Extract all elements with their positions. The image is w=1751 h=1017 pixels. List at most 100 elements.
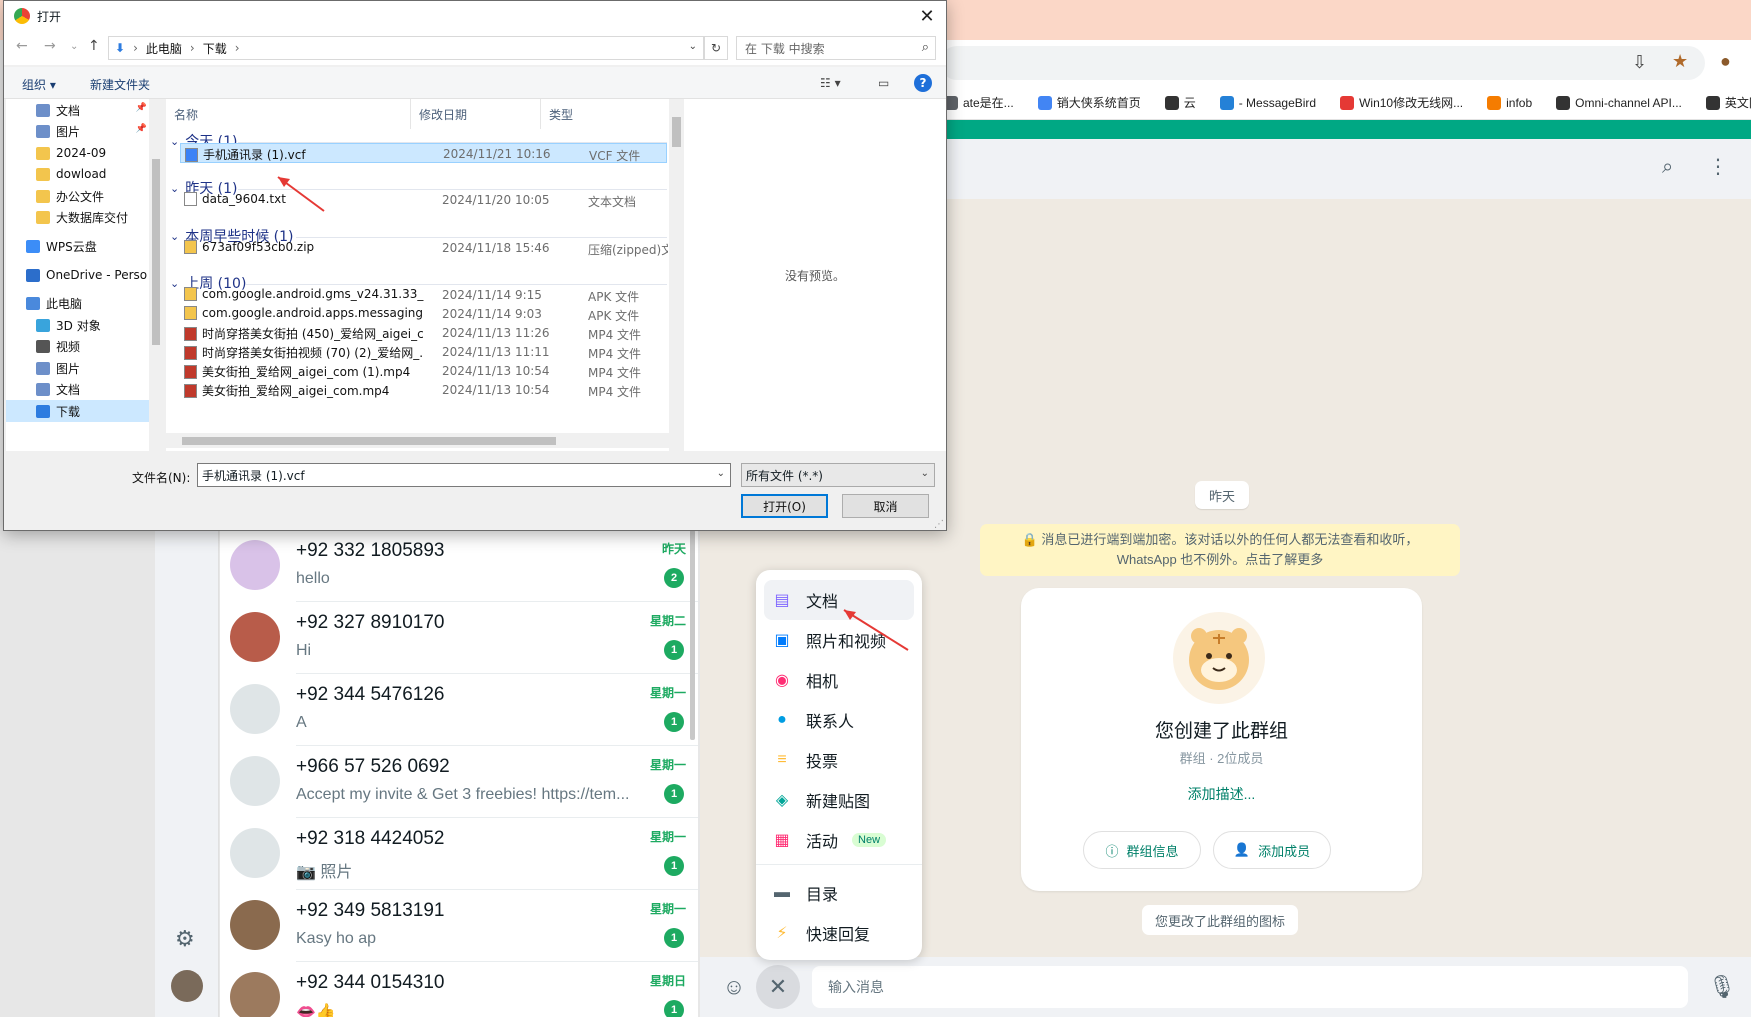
group-avatar[interactable]: [1173, 612, 1265, 704]
file-row[interactable]: 时尚穿搭美女街拍 (450)_爱给网_aigei_c... 2024/11/13 …: [180, 323, 667, 343]
organize-menu[interactable]: 组织 ▾: [22, 76, 56, 93]
profile-avatar[interactable]: [171, 970, 203, 1002]
tree-item[interactable]: 3D 对象: [6, 314, 151, 336]
contact-avatar[interactable]: [230, 684, 280, 734]
attach-menu-item[interactable]: ⚡ 快速回复: [764, 913, 914, 953]
recent-dropdown-icon[interactable]: ⌄: [70, 41, 78, 52]
hscroll-thumb[interactable]: [182, 437, 556, 445]
group-info-button[interactable]: ⓘ 群组信息: [1083, 831, 1201, 869]
chevron-down-icon[interactable]: ⌄: [921, 468, 929, 479]
file-list-vscrollbar[interactable]: [669, 99, 684, 451]
open-button[interactable]: 打开(O): [741, 494, 828, 518]
attach-menu-item[interactable]: ◉ 相机: [764, 660, 914, 700]
install-app-icon[interactable]: ⇩: [1632, 52, 1647, 73]
bookmark-item[interactable]: Win10修改无线网...: [1340, 94, 1463, 111]
tree-item[interactable]: 视频: [6, 335, 151, 357]
bookmark-item[interactable]: - MessageBird: [1219, 95, 1316, 110]
attach-menu-item[interactable]: ▣ 照片和视频: [764, 620, 914, 660]
close-icon[interactable]: ✕: [914, 3, 940, 29]
vscroll-thumb[interactable]: [672, 117, 681, 147]
contact-avatar[interactable]: [230, 756, 280, 806]
attach-menu-item[interactable]: ▦ 活动 New: [764, 820, 914, 860]
encryption-notice[interactable]: 🔒 消息已进行端到端加密。该对话以外的任何人都无法查看和收听，WhatsApp …: [980, 524, 1460, 576]
forward-arrow-icon[interactable]: →: [44, 38, 56, 54]
resize-grip-icon[interactable]: ⋰: [934, 519, 944, 530]
tree-item[interactable]: 文档 📌: [6, 99, 151, 121]
attach-menu-item[interactable]: ● 联系人: [764, 700, 914, 740]
contact-avatar[interactable]: [230, 972, 280, 1017]
address-bar[interactable]: [940, 46, 1705, 80]
file-row[interactable]: 673af09f53cb0.zip 2024/11/18 15:46 压缩(zipp…: [180, 238, 668, 258]
emoji-icon[interactable]: ☺: [712, 965, 756, 1009]
chat-list-item[interactable]: +92 318 4424052 📷 照片 星期一 1: [220, 818, 698, 890]
bookmark-item[interactable]: 英文网: [1705, 94, 1751, 111]
file-row[interactable]: data_9604.txt 2024/11/20 10:05 文本文档: [180, 190, 667, 210]
tree-scroll-thumb[interactable]: [152, 159, 160, 345]
chat-list-item[interactable]: +92 332 1805893 hello 昨天 2: [220, 530, 698, 602]
tree-item[interactable]: OneDrive - Perso: [6, 264, 151, 286]
tree-item[interactable]: 图片 📌: [6, 120, 151, 142]
attach-menu-item[interactable]: ≡ 投票: [764, 740, 914, 780]
file-row[interactable]: 手机通讯录 (1).vcf 2024/11/21 10:16 VCF 文件: [180, 143, 667, 163]
contact-avatar[interactable]: [230, 612, 280, 662]
file-row[interactable]: 时尚穿搭美女街拍视频 (70) (2)_爱给网_... 2024/11/13 11…: [180, 342, 667, 362]
settings-gear-icon[interactable]: ⚙: [175, 926, 195, 952]
attach-menu-item[interactable]: ▬ 目录: [764, 873, 914, 913]
tree-item[interactable]: 2024-09: [6, 142, 151, 164]
search-icon[interactable]: ⌕: [1662, 156, 1673, 179]
chevron-down-icon[interactable]: ⌄: [170, 182, 179, 195]
tree-item[interactable]: 此电脑: [6, 292, 151, 314]
breadcrumb-downloads[interactable]: 下载: [203, 40, 227, 57]
bookmark-star-icon[interactable]: ★: [1672, 51, 1688, 72]
add-member-button[interactable]: 👤 添加成员: [1213, 831, 1331, 869]
chat-list-item[interactable]: +966 57 526 0692 Accept my invite & Get 3…: [220, 746, 698, 818]
tree-scrollbar[interactable]: [149, 99, 163, 451]
extension-icon[interactable]: ●: [1720, 51, 1731, 72]
breadcrumb-this-pc[interactable]: 此电脑: [146, 40, 182, 57]
bookmark-item[interactable]: 销大侠系统首页: [1037, 94, 1141, 111]
chevron-down-icon[interactable]: ⌄: [170, 230, 179, 243]
file-row[interactable]: com.google.android.apps.messaging... 2024…: [180, 304, 667, 324]
file-type-filter[interactable]: 所有文件 (*.*) ⌄: [741, 463, 935, 487]
file-row[interactable]: 美女街拍_爱给网_aigei_com.mp4 2024/11/13 10:54 MP…: [180, 380, 667, 400]
tree-item[interactable]: dowload: [6, 163, 151, 185]
tree-item[interactable]: 大数据库交付: [6, 206, 151, 228]
chat-list-item[interactable]: +92 327 8910170 Hi 星期二 1: [220, 602, 698, 674]
cancel-button[interactable]: 取消: [842, 494, 929, 518]
chevron-down-icon[interactable]: ⌄: [170, 135, 179, 148]
up-arrow-icon[interactable]: ↑: [88, 38, 100, 54]
file-row[interactable]: com.google.android.gms_v24.31.33_(... 202…: [180, 285, 667, 305]
close-attach-icon[interactable]: ✕: [756, 965, 800, 1009]
tree-item[interactable]: 图片: [6, 357, 151, 379]
tree-item[interactable]: WPS云盘: [6, 235, 151, 257]
help-icon[interactable]: ?: [914, 74, 932, 92]
chat-list-item[interactable]: +92 344 5476126 A 星期一 1: [220, 674, 698, 746]
bookmark-item[interactable]: Omni-channel API...: [1556, 95, 1682, 110]
chat-list-scrollbar[interactable]: [690, 530, 695, 740]
bookmark-item[interactable]: 云: [1164, 94, 1196, 111]
file-list-hscrollbar[interactable]: [166, 433, 671, 448]
chevron-down-icon[interactable]: ⌄: [717, 468, 725, 479]
filename-input[interactable]: 手机通讯录 (1).vcf ⌄: [197, 463, 731, 487]
attach-menu-item[interactable]: ◈ 新建贴图: [764, 780, 914, 820]
contact-avatar[interactable]: [230, 540, 280, 590]
microphone-icon[interactable]: 🎙: [1700, 965, 1744, 1009]
bookmark-item[interactable]: ate是在...: [944, 94, 1014, 111]
chat-list-item[interactable]: +92 344 0154310 👄👍 星期日 1: [220, 962, 698, 1017]
tree-item[interactable]: 下载: [6, 400, 151, 422]
contact-avatar[interactable]: [230, 900, 280, 950]
tree-item[interactable]: 办公文件: [6, 185, 151, 207]
contact-avatar[interactable]: [230, 828, 280, 878]
preview-pane-icon[interactable]: ▭: [878, 76, 889, 90]
column-type[interactable]: 类型: [541, 99, 671, 129]
chat-list-item[interactable]: +92 349 5813191 Kasy ho ap 星期一 1: [220, 890, 698, 962]
chevron-down-icon[interactable]: ⌄: [689, 41, 697, 52]
file-row[interactable]: 美女街拍_爱给网_aigei_com (1).mp4 2024/11/13 10:…: [180, 361, 667, 381]
attach-menu-item[interactable]: ▤ 文档: [764, 580, 914, 620]
add-description-link[interactable]: 添加描述...: [1021, 784, 1422, 804]
new-folder-button[interactable]: 新建文件夹: [90, 76, 150, 93]
bookmark-item[interactable]: infob: [1487, 95, 1532, 110]
column-date[interactable]: 修改日期: [411, 99, 541, 129]
more-menu-icon[interactable]: ⋮: [1708, 154, 1728, 179]
tree-item[interactable]: 文档: [6, 378, 151, 400]
